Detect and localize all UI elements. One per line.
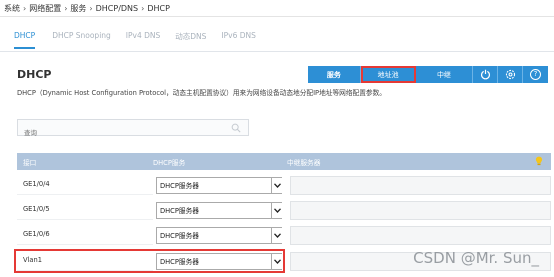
breadcrumb-item-current: DHCP [147,4,170,13]
divider [0,51,554,52]
help-icon: ? [530,69,542,80]
chevron-right-icon: › [141,4,145,13]
settings-button[interactable] [498,66,524,83]
watermark: CSDN @Mr. Sun_ [413,249,539,267]
table-header: 接口 DHCP服务 中继服务器 [17,153,551,170]
highlight-annotation [14,249,285,273]
breadcrumb-item[interactable]: DHCP/DNS [96,4,139,13]
search-box [17,119,249,141]
address-pool-button[interactable]: 地址池 [360,66,416,83]
power-icon [480,69,490,80]
column-header-interface: 接口 [23,158,37,167]
page-description: DHCP（Dynamic Host Configuration Protocol… [17,89,386,97]
breadcrumb-item[interactable]: 系统 [4,3,20,14]
dhcp-service-select[interactable]: DHCP服务器 [156,227,282,244]
tab-dynamic-dns[interactable]: 动态DNS [175,31,206,49]
dhcp-service-select[interactable]: DHCP服务器 [156,202,282,219]
table-row: GE1/0/6 DHCP服务器 [17,224,551,245]
relay-button[interactable]: 中继 [416,66,474,83]
gear-icon [505,69,515,80]
relay-server-field[interactable] [290,226,551,245]
tab-dhcp[interactable]: DHCP [14,31,36,49]
column-header-relay-server: 中继服务器 [287,158,321,167]
lightbulb-icon[interactable] [535,156,551,168]
power-button[interactable] [473,66,499,83]
interface-cell: GE1/0/6 [17,224,153,245]
tab-bar: DHCP DHCP Snooping IPv4 DNS 动态DNS IPv6 D… [14,31,271,49]
page-title: DHCP [17,68,52,81]
column-header-dhcp-service: DHCP服务 [153,158,186,167]
table-row: GE1/0/4 DHCP服务器 [17,174,551,195]
interface-cell: GE1/0/5 [17,199,153,220]
toolbar: 服务 地址池 中继 ? [308,66,548,83]
chevron-right-icon: › [23,4,27,13]
tab-ipv6-dns[interactable]: IPv6 DNS [221,31,255,49]
breadcrumb: 系统 › 网络配置 › 服务 › DHCP/DNS › DHCP [4,3,170,14]
search-input[interactable] [18,125,218,141]
tab-dhcp-snooping[interactable]: DHCP Snooping [52,31,111,49]
tab-ipv4-dns[interactable]: IPv4 DNS [126,31,160,49]
table-row: GE1/0/5 DHCP服务器 [17,199,551,220]
chevron-right-icon: › [89,4,93,13]
service-button[interactable]: 服务 [308,66,361,83]
relay-server-field[interactable] [290,176,551,195]
breadcrumb-item[interactable]: 网络配置 [29,3,61,14]
dhcp-service-select[interactable]: DHCP服务器 [156,177,282,194]
divider [0,16,554,17]
help-button[interactable]: ? [523,66,548,83]
interface-cell: GE1/0/4 [17,174,153,195]
relay-server-field[interactable] [290,201,551,220]
search-icon[interactable] [231,123,241,133]
chevron-right-icon: › [64,4,68,13]
breadcrumb-item[interactable]: 服务 [70,3,86,14]
